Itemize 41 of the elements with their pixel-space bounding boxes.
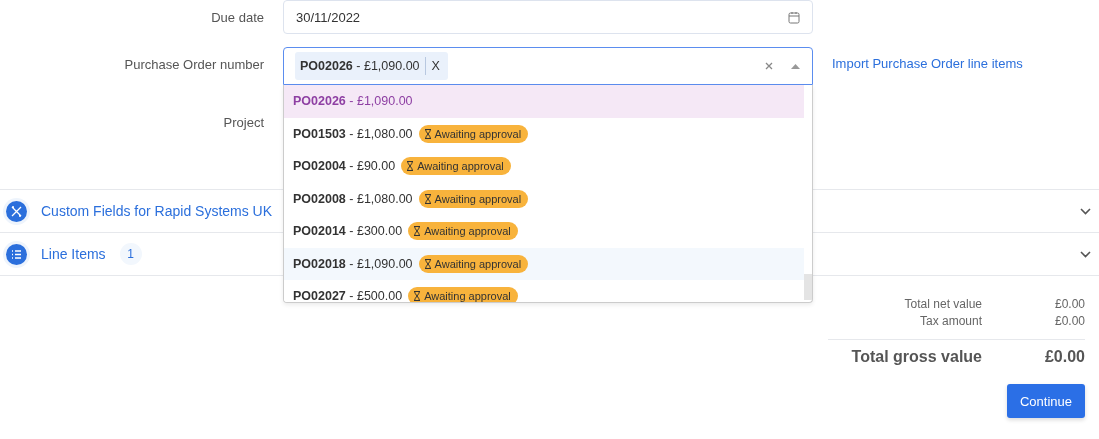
status-badge: Awaiting approval [408,287,518,302]
total-label: Total net value [903,296,982,313]
hourglass-icon [413,291,422,302]
section-title: Custom Fields for Rapid Systems UK [41,203,273,219]
total-value: £0.00 [1053,296,1085,313]
import-link[interactable]: Import Purchase Order line items [832,47,1099,71]
chevron-down-icon[interactable] [1080,250,1091,258]
hourglass-icon [423,258,432,269]
dropdown-option[interactable]: PO02026 - £1,090.00 [284,85,804,118]
section-title: Line Items [41,246,106,262]
caret-icon[interactable] [791,63,800,69]
status-badge: Awaiting approval [408,222,518,241]
dropdown-option[interactable]: PO02027 - £500.00 Awaiting approval [284,280,804,302]
total-label: Tax amount [918,313,982,330]
hourglass-icon [413,226,422,237]
chevron-down-icon[interactable] [1080,207,1091,215]
selected-chip: PO02026 - £1,090.00 X [295,52,448,80]
select-field[interactable]: PO02026 - £1,090.00 X [283,47,813,85]
status-badge: Awaiting approval [418,189,529,208]
total-value: £0.00 [1053,313,1085,330]
calendar-icon[interactable] [788,10,800,24]
field-label: Project [222,114,264,130]
scrollbar-thumb[interactable] [804,274,812,300]
tools-icon [6,200,27,222]
chip-remove-button[interactable]: X [424,57,448,75]
status-badge: Awaiting approval [418,124,529,143]
status-badge: Awaiting approval [418,254,529,273]
field-label: Purchase Order number [123,56,264,72]
hourglass-icon [423,193,432,204]
dropdown-option[interactable]: PO02018 - £1,090.00 Awaiting approval [284,247,804,280]
hourglass-icon [406,161,415,172]
status-badge: Awaiting approval [401,157,511,176]
count-badge: 1 [119,243,142,265]
date-field[interactable]: 30/11/2022 [283,0,813,34]
list-icon [6,243,27,265]
hourglass-icon [423,128,432,139]
total-label: Total gross value [850,347,982,367]
clear-icon[interactable] [765,62,773,70]
total-value: £0.00 [1043,347,1085,367]
continue-button[interactable]: Continue [1007,384,1085,418]
field-label: Due date [210,9,264,25]
